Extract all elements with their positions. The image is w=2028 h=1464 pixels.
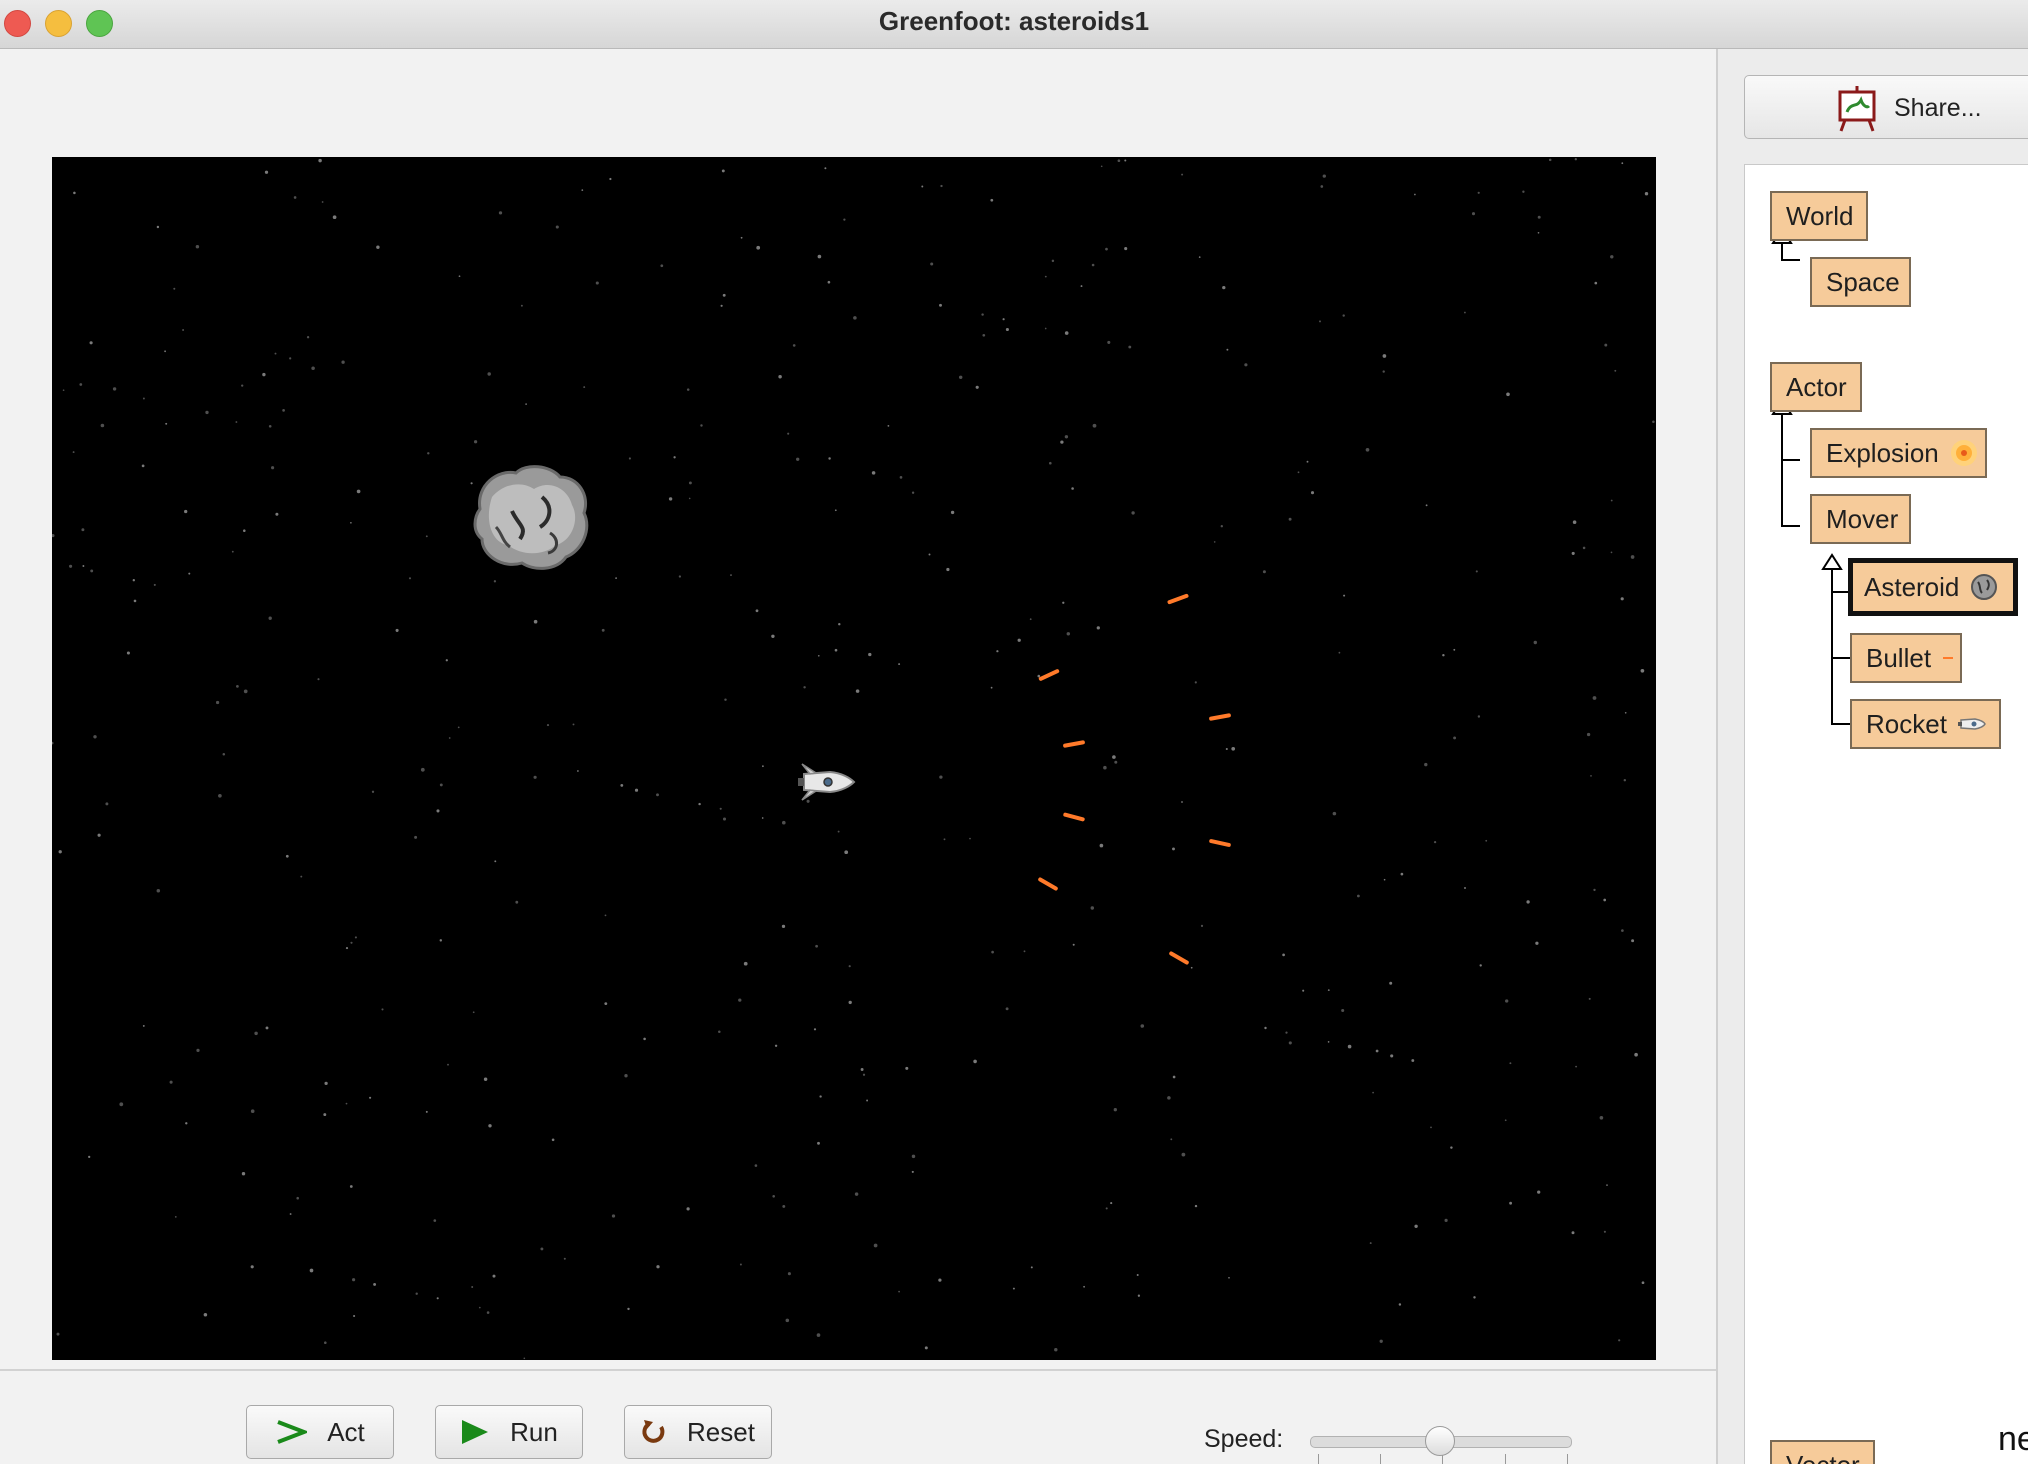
world-canvas[interactable] [52, 157, 1656, 1360]
speed-slider-thumb[interactable] [1425, 1426, 1455, 1456]
play-icon [462, 1420, 489, 1444]
class-label: Explosion [1826, 437, 1939, 468]
reset-icon [642, 1420, 665, 1443]
class-mover[interactable]: Mover [1810, 494, 1911, 544]
bullet-actor[interactable] [1169, 951, 1189, 965]
speed-label: Speed: [1204, 1425, 1284, 1453]
share-easel-icon [1838, 86, 1876, 132]
bullet-actor[interactable] [1167, 593, 1189, 605]
world-pane [0, 49, 1716, 1369]
class-world[interactable]: World [1770, 191, 1868, 241]
bullet-actor[interactable] [1063, 812, 1085, 822]
explosion-icon [1950, 440, 1977, 466]
class-asteroid[interactable]: Asteroid [1848, 558, 2018, 616]
class-explosion[interactable]: Explosion [1810, 428, 1987, 478]
controls-bar: Act Run Reset Speed: [0, 1371, 1716, 1464]
run-label: Run [510, 1416, 558, 1447]
speed-slider-tick [1505, 1454, 1506, 1464]
reset-label: Reset [687, 1416, 755, 1447]
class-vector[interactable]: Vector [1770, 1440, 1875, 1464]
rocket-icon [1957, 718, 1986, 730]
bullet-icon [1943, 657, 1954, 659]
share-label: Share... [1894, 94, 1982, 122]
asteroid-actor[interactable] [473, 465, 589, 570]
class-diagram: World Space Actor Explosion Mover Astero… [1744, 164, 2028, 1464]
act-label: Act [327, 1416, 365, 1447]
class-space[interactable]: Space [1810, 257, 1911, 307]
share-button[interactable]: Share... [1744, 75, 2028, 139]
world-actors [473, 465, 1231, 965]
class-label: Bullet [1866, 642, 1932, 673]
speed-slider-tick [1318, 1454, 1319, 1464]
class-actor[interactable]: Actor [1770, 362, 1862, 412]
bullet-actor[interactable] [1038, 877, 1058, 891]
class-label: Space [1826, 266, 1900, 297]
asteroid-icon [1971, 574, 1998, 600]
reset-button[interactable]: Reset [624, 1405, 772, 1459]
speed-slider-tick [1567, 1454, 1568, 1464]
class-label: Rocket [1866, 708, 1947, 739]
act-button[interactable]: Act [246, 1405, 394, 1459]
cut-off-text: ne [1998, 1420, 2028, 1458]
bullet-actor[interactable] [1209, 839, 1231, 847]
class-label: Vector [1786, 1450, 1860, 1464]
class-rocket[interactable]: Rocket [1850, 699, 2001, 749]
speed-slider-tick [1380, 1454, 1381, 1464]
class-bullet[interactable]: Bullet [1850, 633, 1962, 683]
bullet-actor[interactable] [1063, 740, 1085, 748]
class-label: Asteroid [1864, 571, 1960, 602]
class-label: Mover [1826, 503, 1899, 534]
class-sidebar: Share... World Space Actor Explosion Mov… [1718, 49, 2028, 1464]
bullets-group [1038, 593, 1231, 965]
title-bar: Greenfoot: asteroids1 [0, 0, 2028, 49]
class-hierarchy-lines [1771, 227, 1850, 725]
act-icon [277, 1420, 308, 1444]
rocket-actor[interactable] [798, 763, 856, 801]
bullet-actor[interactable] [1038, 669, 1060, 681]
bullet-actor[interactable] [1209, 713, 1231, 721]
window-title: Greenfoot: asteroids1 [878, 6, 1150, 36]
class-label: World [1786, 200, 1854, 231]
run-button[interactable]: Run [435, 1405, 583, 1459]
class-label: Actor [1786, 371, 1847, 402]
